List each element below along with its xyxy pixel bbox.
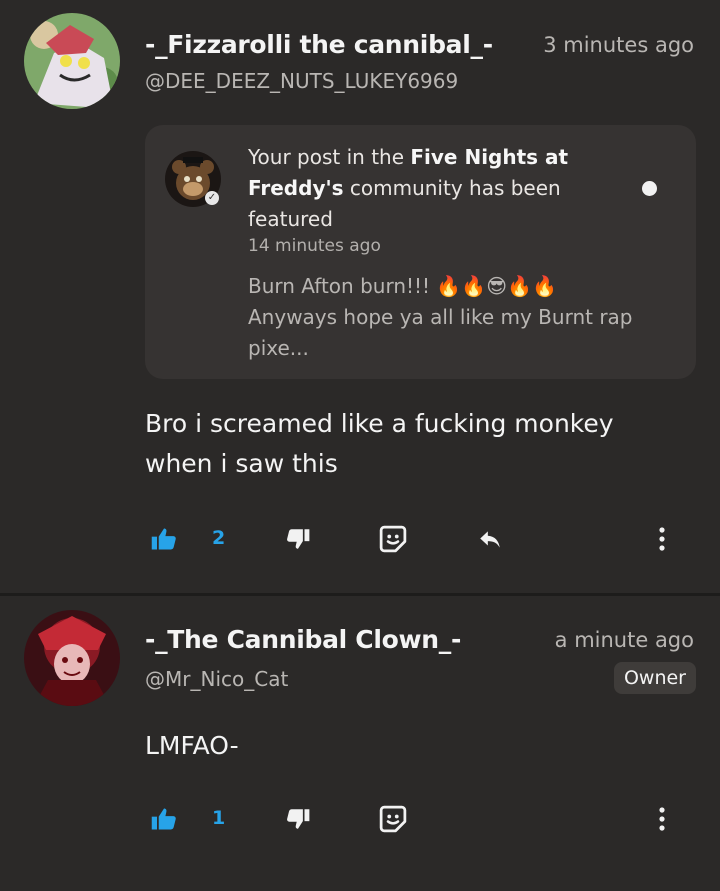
thumbs-up-icon bbox=[151, 528, 176, 550]
thumbs-down-icon bbox=[287, 809, 310, 829]
more-options-button[interactable] bbox=[655, 523, 669, 555]
user-handle: @Mr_Nico_Cat bbox=[145, 667, 289, 691]
comment-time: 3 minutes ago bbox=[543, 33, 694, 57]
sticker-icon bbox=[379, 525, 407, 553]
reply-icon bbox=[480, 531, 500, 548]
excerpt-line: Burn Afton burn!!! 🔥🔥😎🔥🔥 bbox=[248, 274, 557, 298]
more-vertical-icon bbox=[659, 807, 665, 831]
shared-post-card[interactable]: ✓ Your post in the Five Nights at Freddy… bbox=[145, 125, 696, 379]
like-count: 1 bbox=[212, 807, 226, 829]
username[interactable]: -_The Cannibal Clown_- bbox=[145, 625, 461, 654]
comment-actions: 1 bbox=[0, 799, 720, 839]
verified-check-icon: ✓ bbox=[205, 191, 219, 205]
more-vertical-icon bbox=[659, 527, 665, 551]
like-count: 2 bbox=[212, 527, 226, 549]
owner-badge: Owner bbox=[613, 662, 696, 694]
sticker-icon bbox=[379, 805, 407, 833]
comment-text: Bro i screamed like a fucking monkey whe… bbox=[145, 409, 614, 478]
more-options-button[interactable] bbox=[655, 803, 669, 835]
like-button[interactable] bbox=[150, 523, 178, 555]
excerpt-line: Anyways hope ya all like my Burnt rap pi… bbox=[248, 305, 633, 360]
dislike-button[interactable] bbox=[285, 523, 311, 555]
user-avatar[interactable] bbox=[24, 610, 120, 706]
comment-item: -_The Cannibal Clown_- @Mr_Nico_Cat a mi… bbox=[0, 596, 720, 891]
thumbs-up-icon bbox=[151, 808, 176, 830]
like-button[interactable] bbox=[150, 803, 178, 835]
comment-time: a minute ago bbox=[554, 628, 694, 652]
comment-text: LMFAO- bbox=[145, 731, 239, 760]
shared-post-time: 14 minutes ago bbox=[248, 236, 381, 256]
comment-item: -_Fizzarolli the cannibal_- @DEE_DEEZ_NU… bbox=[0, 0, 720, 593]
unread-dot-icon bbox=[642, 181, 657, 196]
user-handle: @DEE_DEEZ_NUTS_LUKEY6969 bbox=[145, 69, 459, 93]
comment-actions: 2 bbox=[0, 519, 720, 559]
sticker-button[interactable] bbox=[378, 523, 408, 555]
shared-post-title: Your post in the Five Nights at Freddy's… bbox=[248, 145, 569, 231]
user-avatar[interactable] bbox=[24, 13, 120, 109]
dislike-button[interactable] bbox=[285, 803, 311, 835]
reply-button[interactable] bbox=[475, 523, 505, 555]
username[interactable]: -_Fizzarolli the cannibal_- bbox=[145, 30, 493, 59]
sticker-button[interactable] bbox=[378, 803, 408, 835]
thumbs-down-icon bbox=[287, 529, 310, 549]
shared-post-excerpt: Burn Afton burn!!! 🔥🔥😎🔥🔥 Anyways hope ya… bbox=[248, 271, 668, 364]
